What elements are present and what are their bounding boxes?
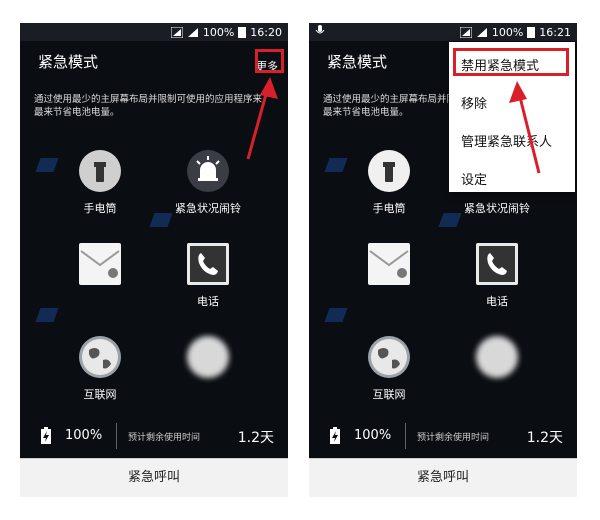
- app-add[interactable]: [457, 336, 537, 386]
- remaining-days: 1.2天: [526, 430, 563, 446]
- page-title: 紧急模式: [327, 53, 388, 71]
- app-phone[interactable]: 电话: [168, 243, 248, 309]
- phone-icon: [187, 243, 229, 285]
- battery-percent: 100%: [354, 428, 392, 443]
- remaining-days: 1.2天: [237, 430, 274, 446]
- watermark: [35, 308, 59, 322]
- signal-icon: [187, 27, 198, 37]
- estimate-label: 预计剩余使用时间: [128, 433, 201, 443]
- battery-percent: 100%: [65, 428, 103, 443]
- emergency-call-button[interactable]: 紧急呼叫: [309, 458, 577, 497]
- page-title: 紧急模式: [38, 53, 99, 71]
- app-internet[interactable]: 互联网: [349, 336, 429, 402]
- battery-info: 100% 预计剩余使用时间 1.2天: [309, 421, 577, 451]
- signal-icon: [476, 27, 487, 37]
- menu-item-remove[interactable]: 移除: [461, 93, 487, 112]
- app-label: 互联网: [372, 388, 406, 401]
- app-label: 电话: [197, 295, 219, 308]
- watermark: [324, 308, 348, 322]
- clock: 16:21: [539, 25, 571, 39]
- app-flashlight[interactable]: 手电筒: [349, 150, 429, 216]
- signal-icon: [170, 26, 183, 38]
- battery-percent: 100%: [491, 25, 524, 39]
- app-label: 手电筒: [372, 202, 406, 215]
- add-icon: [476, 336, 518, 378]
- battery-percent: 100%: [202, 25, 235, 39]
- app-emergency-alarm[interactable]: 紧急状况闹铃: [168, 150, 248, 216]
- battery-icon: [527, 26, 536, 38]
- flashlight-icon: [79, 150, 121, 192]
- app-label: 互联网: [83, 388, 117, 401]
- signal-icon: [459, 26, 472, 38]
- app-label: 电话: [486, 295, 508, 308]
- battery-icon: [238, 26, 247, 38]
- app-label: 紧急状况闹铃: [175, 202, 241, 215]
- watermark: [35, 158, 59, 172]
- message-icon: [368, 243, 410, 285]
- app-internet[interactable]: 互联网: [60, 336, 140, 402]
- app-messages[interactable]: [60, 243, 140, 293]
- more-highlight: [255, 49, 284, 73]
- menu-item-settings[interactable]: 设定: [461, 169, 487, 188]
- clock: 16:20: [250, 25, 282, 39]
- status-bar: 100% 16:20: [20, 23, 288, 41]
- charging-battery-icon: [41, 427, 51, 444]
- divider: [116, 423, 117, 449]
- add-icon: [187, 336, 229, 378]
- emergency-call-button[interactable]: 紧急呼叫: [20, 458, 288, 497]
- app-label: 手电筒: [83, 202, 117, 215]
- status-bar: 100% 16:21: [309, 23, 577, 41]
- message-icon: [79, 243, 121, 285]
- description-text: 通过使用最少的主屏幕布局并限制可使用的应用程序来 最来节省电池电量。: [34, 94, 263, 118]
- estimate-label: 预计剩余使用时间: [417, 433, 490, 443]
- battery-info: 100% 预计剩余使用时间 1.2天: [20, 421, 288, 451]
- phone-screen-right: 100% 16:21 紧急模式 通过使用最少的主屏幕布局并限制可使用的应用程序来…: [309, 23, 577, 497]
- menu-highlight: [453, 48, 569, 76]
- app-flashlight[interactable]: 手电筒: [60, 150, 140, 216]
- siren-icon: [187, 150, 229, 192]
- app-messages[interactable]: [349, 243, 429, 293]
- app-label: 紧急状况闹铃: [464, 202, 530, 215]
- pointer-arrow: [509, 81, 541, 174]
- watermark: [324, 158, 348, 172]
- phone-icon: [476, 243, 518, 285]
- globe-icon: [368, 336, 410, 378]
- app-phone[interactable]: 电话: [457, 243, 537, 309]
- app-add[interactable]: [168, 336, 248, 386]
- globe-icon: [79, 336, 121, 378]
- phone-screen-left: 100% 16:20 紧急模式 更多 通过使用最少的主屏幕布局并限制可使用的应用…: [20, 23, 288, 497]
- flashlight-icon: [368, 150, 410, 192]
- divider: [405, 423, 406, 449]
- charging-battery-icon: [330, 427, 340, 444]
- microphone-icon: [315, 25, 325, 34]
